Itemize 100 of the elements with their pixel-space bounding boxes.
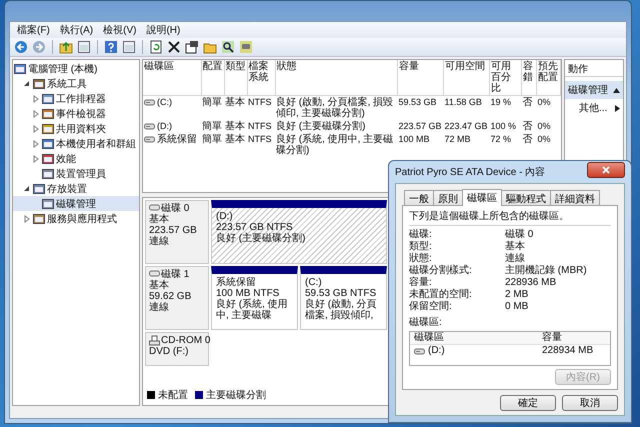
window-icon — [42, 108, 54, 120]
tab[interactable]: 磁碟區 — [462, 189, 502, 206]
menu-item[interactable]: 說明(H) — [143, 24, 184, 36]
window-icon — [33, 78, 45, 90]
window-icon — [33, 212, 45, 224]
column-header[interactable]: 預先配置 — [536, 60, 560, 96]
table-cell-text: 0% — [536, 120, 552, 133]
tree-item[interactable]: 存放裝置 — [13, 181, 139, 196]
help-icon[interactable] — [104, 40, 118, 54]
table-cell-text: 228934 MB — [541, 345, 594, 357]
delete-icon[interactable] — [167, 40, 181, 54]
column-header[interactable]: 配置 — [201, 60, 224, 96]
collapsed-arrow-icon[interactable] — [23, 214, 31, 222]
table-cell-text: NTFS — [247, 120, 272, 133]
column-header[interactable]: 檔案系統 — [247, 60, 275, 96]
table-cell-text: 223.57 GB — [398, 120, 443, 133]
drive-icon — [414, 348, 425, 354]
tree-item[interactable]: 工作排程器 — [13, 91, 139, 106]
forward-arrow-icon[interactable] — [32, 40, 46, 54]
disk-info: 基本 — [149, 214, 170, 225]
intro-text: 下列是這個磁碟上所包含的磁碟區。 — [409, 210, 570, 223]
legend-label: 主要磁碟分割 — [206, 388, 266, 402]
collapse-arrow-icon — [613, 88, 620, 92]
table-cell-text: 223.47 GB — [444, 120, 489, 133]
action-item[interactable]: 其他... — [565, 99, 623, 117]
window-icon — [42, 138, 54, 150]
tree-item[interactable]: 本機使用者和群組 — [13, 136, 139, 151]
tree-item[interactable]: 系統工具 — [13, 76, 139, 91]
column-header[interactable]: 容量 — [538, 332, 566, 344]
back-arrow-icon[interactable] — [14, 40, 28, 54]
window-icon — [42, 122, 54, 134]
refresh-icon[interactable] — [149, 40, 163, 54]
table-cell-text: 72 MB — [444, 133, 472, 146]
field-value: 磁碟 0 — [505, 229, 534, 240]
tree-item[interactable]: 電腦管理 (本機) — [13, 61, 139, 76]
field-value: 0 MB — [505, 301, 530, 313]
cd-drive-icon — [149, 335, 160, 346]
panel-icon[interactable] — [77, 40, 91, 54]
table-cell-text: 100 % — [490, 120, 518, 133]
tab[interactable]: 原則 — [433, 190, 463, 205]
table-cell-text: 72 % — [490, 133, 512, 146]
table-cell: 簡單 — [201, 96, 224, 120]
table-cell-text: 簡單 — [201, 133, 223, 147]
field-value: 2 MB — [505, 289, 530, 301]
column-header[interactable]: 可用百分比 — [490, 60, 522, 96]
tab[interactable]: 詳細資料 — [550, 190, 600, 205]
column-header[interactable]: 容量 — [398, 60, 444, 96]
field-label: 容量: — [409, 277, 433, 288]
column-header[interactable]: 容錯 — [522, 60, 536, 96]
expanded-arrow-icon[interactable] — [23, 80, 31, 88]
tree-item[interactable]: 共用資料夾 — [13, 121, 139, 136]
field-label: 未配置的空間: — [409, 289, 473, 300]
column-header[interactable]: 類型 — [224, 60, 247, 96]
table-cell: 否 — [522, 96, 536, 120]
drive-icon — [144, 136, 155, 143]
dialog-button[interactable]: 取消 — [562, 395, 618, 411]
dialog-button[interactable]: 確定 — [500, 395, 556, 411]
collapsed-arrow-icon[interactable] — [32, 124, 40, 132]
tab[interactable]: 一般 — [404, 190, 434, 205]
action-section[interactable]: 磁碟管理 — [565, 81, 623, 99]
table-cell-text: 100 MB — [398, 133, 431, 146]
tree-item[interactable]: 裝置管理員 — [13, 166, 139, 181]
dialog-title: Patriot Pyro SE ATA Device - 內容 — [395, 166, 546, 179]
disk-info: 連線 — [149, 236, 170, 247]
table-cell: 59.53 GB — [398, 96, 444, 120]
collapsed-arrow-icon[interactable] — [32, 140, 40, 148]
field-label: 保留空間: — [409, 301, 453, 313]
tree-item[interactable]: 服務與應用程式 — [13, 211, 139, 226]
disk-name: 磁碟 0 — [161, 203, 190, 214]
tree-item[interactable]: 事件檢視器 — [13, 106, 139, 121]
tree-item[interactable]: 效能 — [13, 151, 139, 166]
column-header[interactable]: 可用空間 — [444, 60, 490, 96]
partition-info: 系統保留 — [216, 277, 257, 288]
expanded-arrow-icon[interactable] — [23, 184, 31, 192]
disk-name: 磁碟 1 — [161, 269, 190, 280]
column-header[interactable]: 狀態 — [275, 60, 398, 96]
window-icon — [42, 152, 54, 164]
collapsed-arrow-icon[interactable] — [32, 110, 40, 118]
field-label: 狀態: — [409, 253, 433, 264]
menu-item[interactable]: 檔案(F) — [14, 24, 53, 36]
collapsed-arrow-icon[interactable] — [32, 94, 40, 102]
drive-icon — [144, 99, 155, 106]
column-header[interactable]: 磁碟區 — [410, 332, 538, 344]
column-header[interactable]: 磁碟區 — [143, 60, 201, 96]
menu-item[interactable]: 執行(A) — [56, 24, 96, 36]
close-button[interactable] — [587, 162, 625, 178]
window-icon — [14, 62, 26, 74]
folder-up-icon[interactable] — [59, 40, 73, 54]
partition-info: (C:) — [305, 277, 323, 288]
field-value: 主開機記錄 (MBR) — [505, 265, 588, 277]
partition-block[interactable]: 系統保留 100 MB NTFS 良好 (系統, 使用中, 主要磁碟 — [211, 266, 298, 330]
partition-block[interactable]: (C:) 59.53 GB NTFS 良好 (啟動, 分頁檔案, 損毀傾印, — [300, 266, 387, 330]
search-icon[interactable] — [221, 40, 235, 54]
tree-item[interactable]: 磁碟管理 — [13, 196, 139, 211]
panel-icon[interactable] — [122, 40, 136, 54]
tab[interactable]: 驅動程式 — [501, 190, 551, 205]
properties-icon[interactable] — [185, 40, 199, 54]
menu-item[interactable]: 檢視(V) — [100, 24, 140, 36]
partition-block[interactable]: (D:) 223.57 GB NTFS 良好 (主要磁碟分割) — [211, 200, 387, 264]
collapsed-arrow-icon[interactable] — [32, 154, 40, 162]
